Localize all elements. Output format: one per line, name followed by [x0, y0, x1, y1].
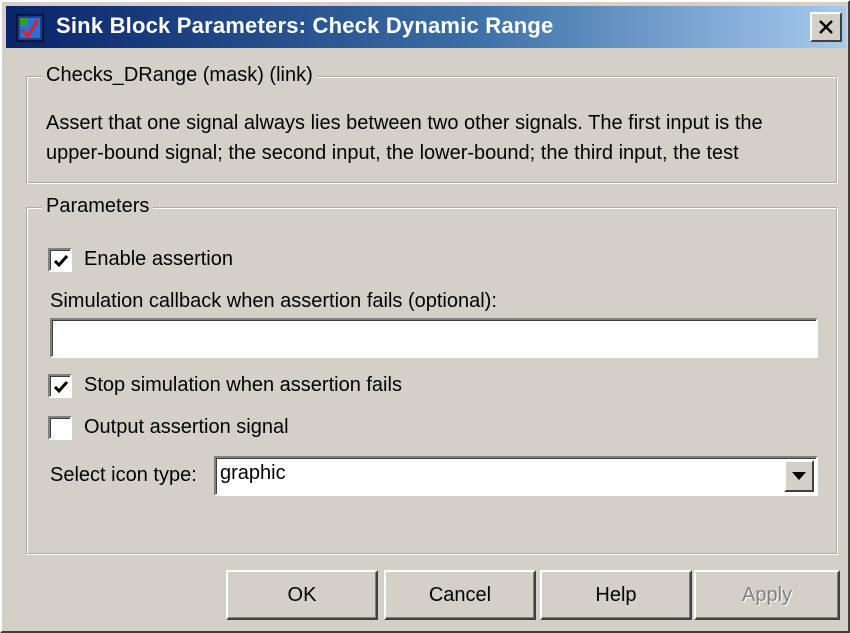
mask-group-legend: Checks_DRange (mask) (link) [42, 64, 317, 87]
cancel-button[interactable]: Cancel [384, 570, 536, 620]
icon-type-value: graphic [220, 462, 286, 484]
help-button[interactable]: Help [540, 570, 692, 620]
parameters-group: Parameters Enable assertion Simulation c… [26, 195, 838, 555]
icon-type-select[interactable]: graphic [214, 456, 818, 496]
description-line-1: Assert that one signal always lies betwe… [46, 112, 763, 134]
simulink-block-icon [16, 14, 44, 42]
mask-description-group: Checks_DRange (mask) (link) Assert that … [26, 64, 838, 184]
dialog-window: Sink Block Parameters: Check Dynamic Ran… [0, 0, 850, 633]
mask-description: Assert that one signal always lies betwe… [46, 108, 826, 168]
ok-button[interactable]: OK [226, 570, 378, 620]
description-line-2: upper-bound signal; the second input, th… [46, 142, 739, 164]
title-bar[interactable]: Sink Block Parameters: Check Dynamic Ran… [6, 6, 846, 48]
stop-simulation-label[interactable]: Stop simulation when assertion fails [84, 374, 402, 397]
simulation-callback-input[interactable] [50, 318, 818, 358]
check-mark-icon [53, 255, 69, 268]
parameters-group-legend: Parameters [42, 195, 154, 218]
window-title: Sink Block Parameters: Check Dynamic Ran… [56, 13, 554, 38]
output-assertion-signal-checkbox[interactable] [48, 416, 72, 440]
stop-simulation-checkbox[interactable] [48, 374, 72, 398]
output-assertion-signal-label[interactable]: Output assertion signal [84, 416, 289, 439]
icon-type-label: Select icon type: [50, 464, 197, 486]
chevron-down-icon [792, 472, 806, 480]
close-icon [819, 20, 833, 34]
enable-assertion-checkbox[interactable] [48, 248, 72, 272]
check-mark-icon [53, 381, 69, 394]
close-button[interactable] [810, 12, 842, 42]
apply-button[interactable]: Apply [694, 570, 840, 620]
icon-type-dropdown-button[interactable] [784, 460, 814, 492]
callback-label: Simulation callback when assertion fails… [50, 290, 497, 312]
enable-assertion-label[interactable]: Enable assertion [84, 248, 233, 271]
